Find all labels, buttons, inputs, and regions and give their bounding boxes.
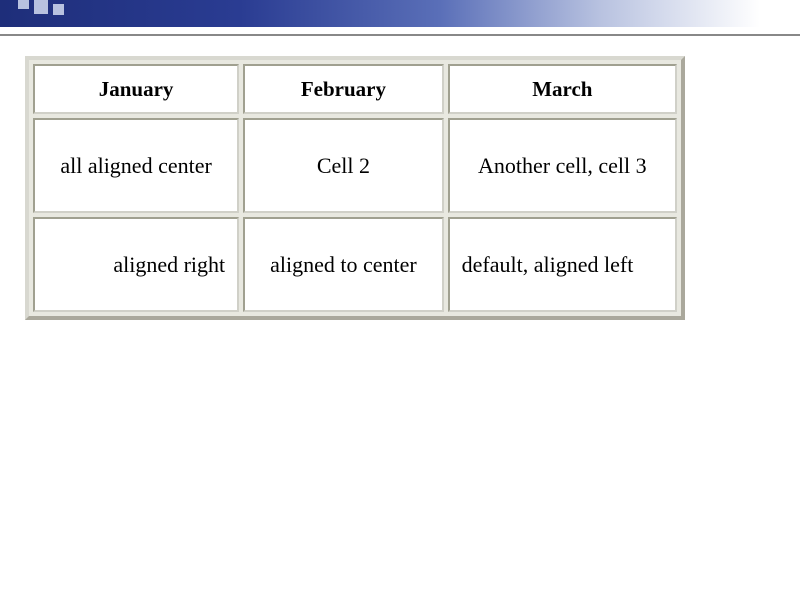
square-icon: [34, 0, 48, 14]
table-header-cell: February: [243, 64, 444, 114]
table-cell: aligned to center: [243, 217, 444, 312]
example-table: January February March all aligned cente…: [25, 56, 685, 320]
square-icon: [18, 0, 29, 9]
table-header-cell: January: [33, 64, 239, 114]
table-row: aligned right aligned to center default,…: [33, 217, 677, 312]
table-cell: all aligned center: [33, 118, 239, 213]
divider-line: [0, 34, 800, 36]
table-cell: Cell 2: [243, 118, 444, 213]
table-row: all aligned center Cell 2 Another cell, …: [33, 118, 677, 213]
table-header-cell: March: [448, 64, 677, 114]
gradient-bar: [0, 0, 800, 27]
slide-top-banner: [0, 0, 800, 36]
table-header-row: January February March: [33, 64, 677, 114]
table-cell: aligned right: [33, 217, 239, 312]
table-cell: Another cell, cell 3: [448, 118, 677, 213]
decorative-squares: [18, 0, 64, 15]
square-icon: [53, 4, 64, 15]
content-area: January February March all aligned cente…: [0, 36, 800, 340]
table-cell: default, aligned left: [448, 217, 677, 312]
